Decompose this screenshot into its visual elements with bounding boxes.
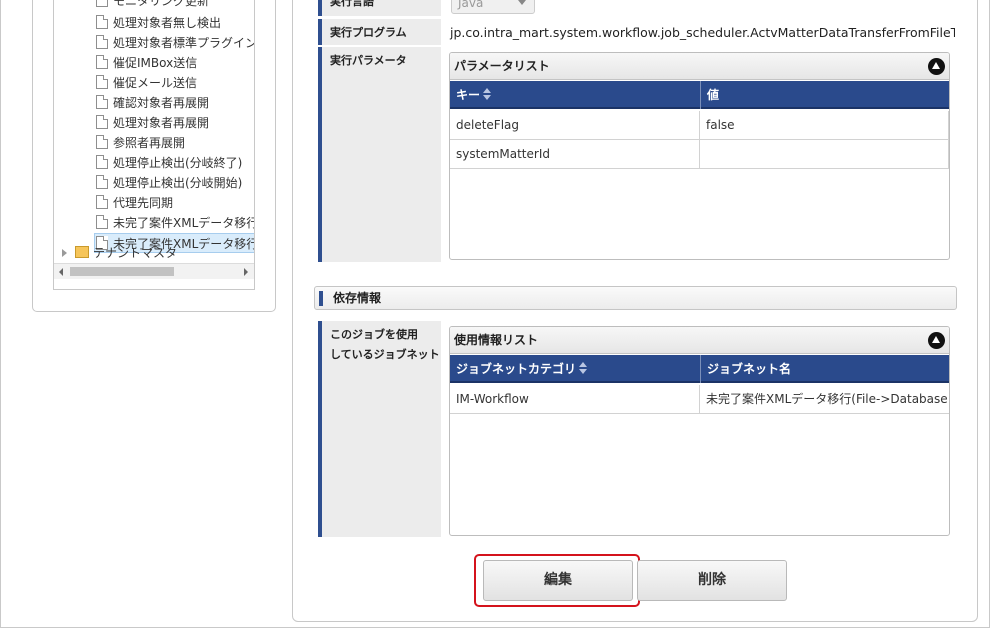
tree-item-confirm-reexpand[interactable]: 確認対象者再展開 <box>96 93 209 113</box>
document-icon <box>96 155 108 169</box>
scroll-left-icon[interactable] <box>59 268 63 276</box>
sort-icon[interactable] <box>483 88 492 100</box>
tree-item-proxy-sync[interactable]: 代理先同期 <box>96 193 173 213</box>
document-icon <box>96 175 108 189</box>
chevron-down-icon <box>518 0 526 5</box>
section-marker <box>319 291 323 306</box>
program-value: jp.co.intra_mart.system.workflow.job_sch… <box>443 19 955 45</box>
lang-value-cell: Java <box>443 0 955 16</box>
tree-item-imbox-reminder[interactable]: 催促IMBox送信 <box>96 53 197 73</box>
scroll-right-icon[interactable] <box>244 268 248 276</box>
document-icon <box>96 0 108 7</box>
cell-key: systemMatterId <box>450 140 700 168</box>
tree-item-stop-detect-end[interactable]: 処理停止検出(分岐終了) <box>96 153 242 173</box>
sort-icon[interactable] <box>579 362 588 374</box>
column-header-key[interactable]: キー <box>450 81 700 109</box>
parameter-list-grid: パラメータリスト キー 値 deleteFlag false systemMat… <box>449 52 950 260</box>
param-label: 実行パラメータ <box>318 47 441 262</box>
folder-icon <box>75 246 89 258</box>
table-row[interactable]: IM-Workflow 未完了案件XMLデータ移行(File->Database… <box>450 385 949 414</box>
table-row[interactable]: deleteFlag false <box>450 111 949 140</box>
tree-item-no-target-detect[interactable]: 処理対象者無し検出 <box>96 13 221 33</box>
tree-item-stop-detect-start[interactable]: 処理停止検出(分岐開始) <box>96 173 242 193</box>
tree-item-target-reexpand[interactable]: 処理対象者再展開 <box>96 113 209 133</box>
grid-title: 使用情報リスト <box>450 327 949 354</box>
edit-button[interactable]: 編集 <box>483 560 633 601</box>
tree-horizontal-scrollbar[interactable] <box>54 263 254 279</box>
tree-item-standard-plugin[interactable]: 処理対象者標準プラグイン用 <box>96 33 254 53</box>
column-header-jobnet-name[interactable]: ジョブネット名 <box>700 355 949 383</box>
document-icon <box>96 75 108 89</box>
collapse-icon[interactable] <box>928 58 945 75</box>
job-tree[interactable]: モニタリング更新 処理対象者無し検出 処理対象者標準プラグイン用 催促IMBox… <box>53 0 255 290</box>
document-icon <box>96 115 108 129</box>
document-icon <box>96 195 108 209</box>
cell-value: false <box>700 111 949 139</box>
document-icon <box>96 55 108 69</box>
collapse-icon[interactable] <box>928 332 945 349</box>
scrollbar-thumb[interactable] <box>70 267 174 276</box>
document-icon <box>96 95 108 109</box>
grid-title: パラメータリスト <box>450 53 949 80</box>
jobnet-label: このジョブを使用 しているジョブネット <box>318 321 441 537</box>
lang-select: Java <box>451 0 535 14</box>
grid-header: ジョブネットカテゴリ ジョブネット名 <box>450 355 949 383</box>
expand-arrow-icon[interactable] <box>62 249 67 257</box>
document-icon <box>96 35 108 49</box>
column-header-jobnet-category[interactable]: ジョブネットカテゴリ <box>450 355 700 383</box>
grid-header: キー 値 <box>450 81 949 109</box>
column-header-value[interactable]: 値 <box>700 81 949 109</box>
cell-key: deleteFlag <box>450 111 700 139</box>
tree-item-mail-reminder[interactable]: 催促メール送信 <box>96 73 197 93</box>
window-frame: モニタリング更新 処理対象者無し検出 処理対象者標準プラグイン用 催促IMBox… <box>0 0 990 628</box>
tree-item-tenant-master[interactable]: テナントマスタ <box>62 243 177 263</box>
tree-item-xml-migration-1[interactable]: 未完了案件XMLデータ移行 <box>96 213 254 233</box>
tree-item-viewer-reexpand[interactable]: 参照者再展開 <box>96 133 185 153</box>
cell-jobnet-name: 未完了案件XMLデータ移行(File->Database LO <box>706 392 949 406</box>
cell-value <box>700 140 949 168</box>
document-icon <box>96 215 108 229</box>
delete-button[interactable]: 削除 <box>637 560 787 601</box>
document-icon <box>96 15 108 29</box>
lang-label: 実行言語 <box>318 0 441 16</box>
table-row[interactable]: systemMatterId <box>450 140 949 169</box>
tree-item-monitoring-update[interactable]: モニタリング更新 <box>96 0 209 11</box>
cell-jobnet-category: IM-Workflow <box>450 385 700 413</box>
usage-list-grid: 使用情報リスト ジョブネットカテゴリ ジョブネット名 IM-Workflow 未… <box>449 326 950 536</box>
document-icon <box>96 135 108 149</box>
dependency-section-header: 依存情報 <box>314 286 957 310</box>
program-label: 実行プログラム <box>318 19 441 45</box>
